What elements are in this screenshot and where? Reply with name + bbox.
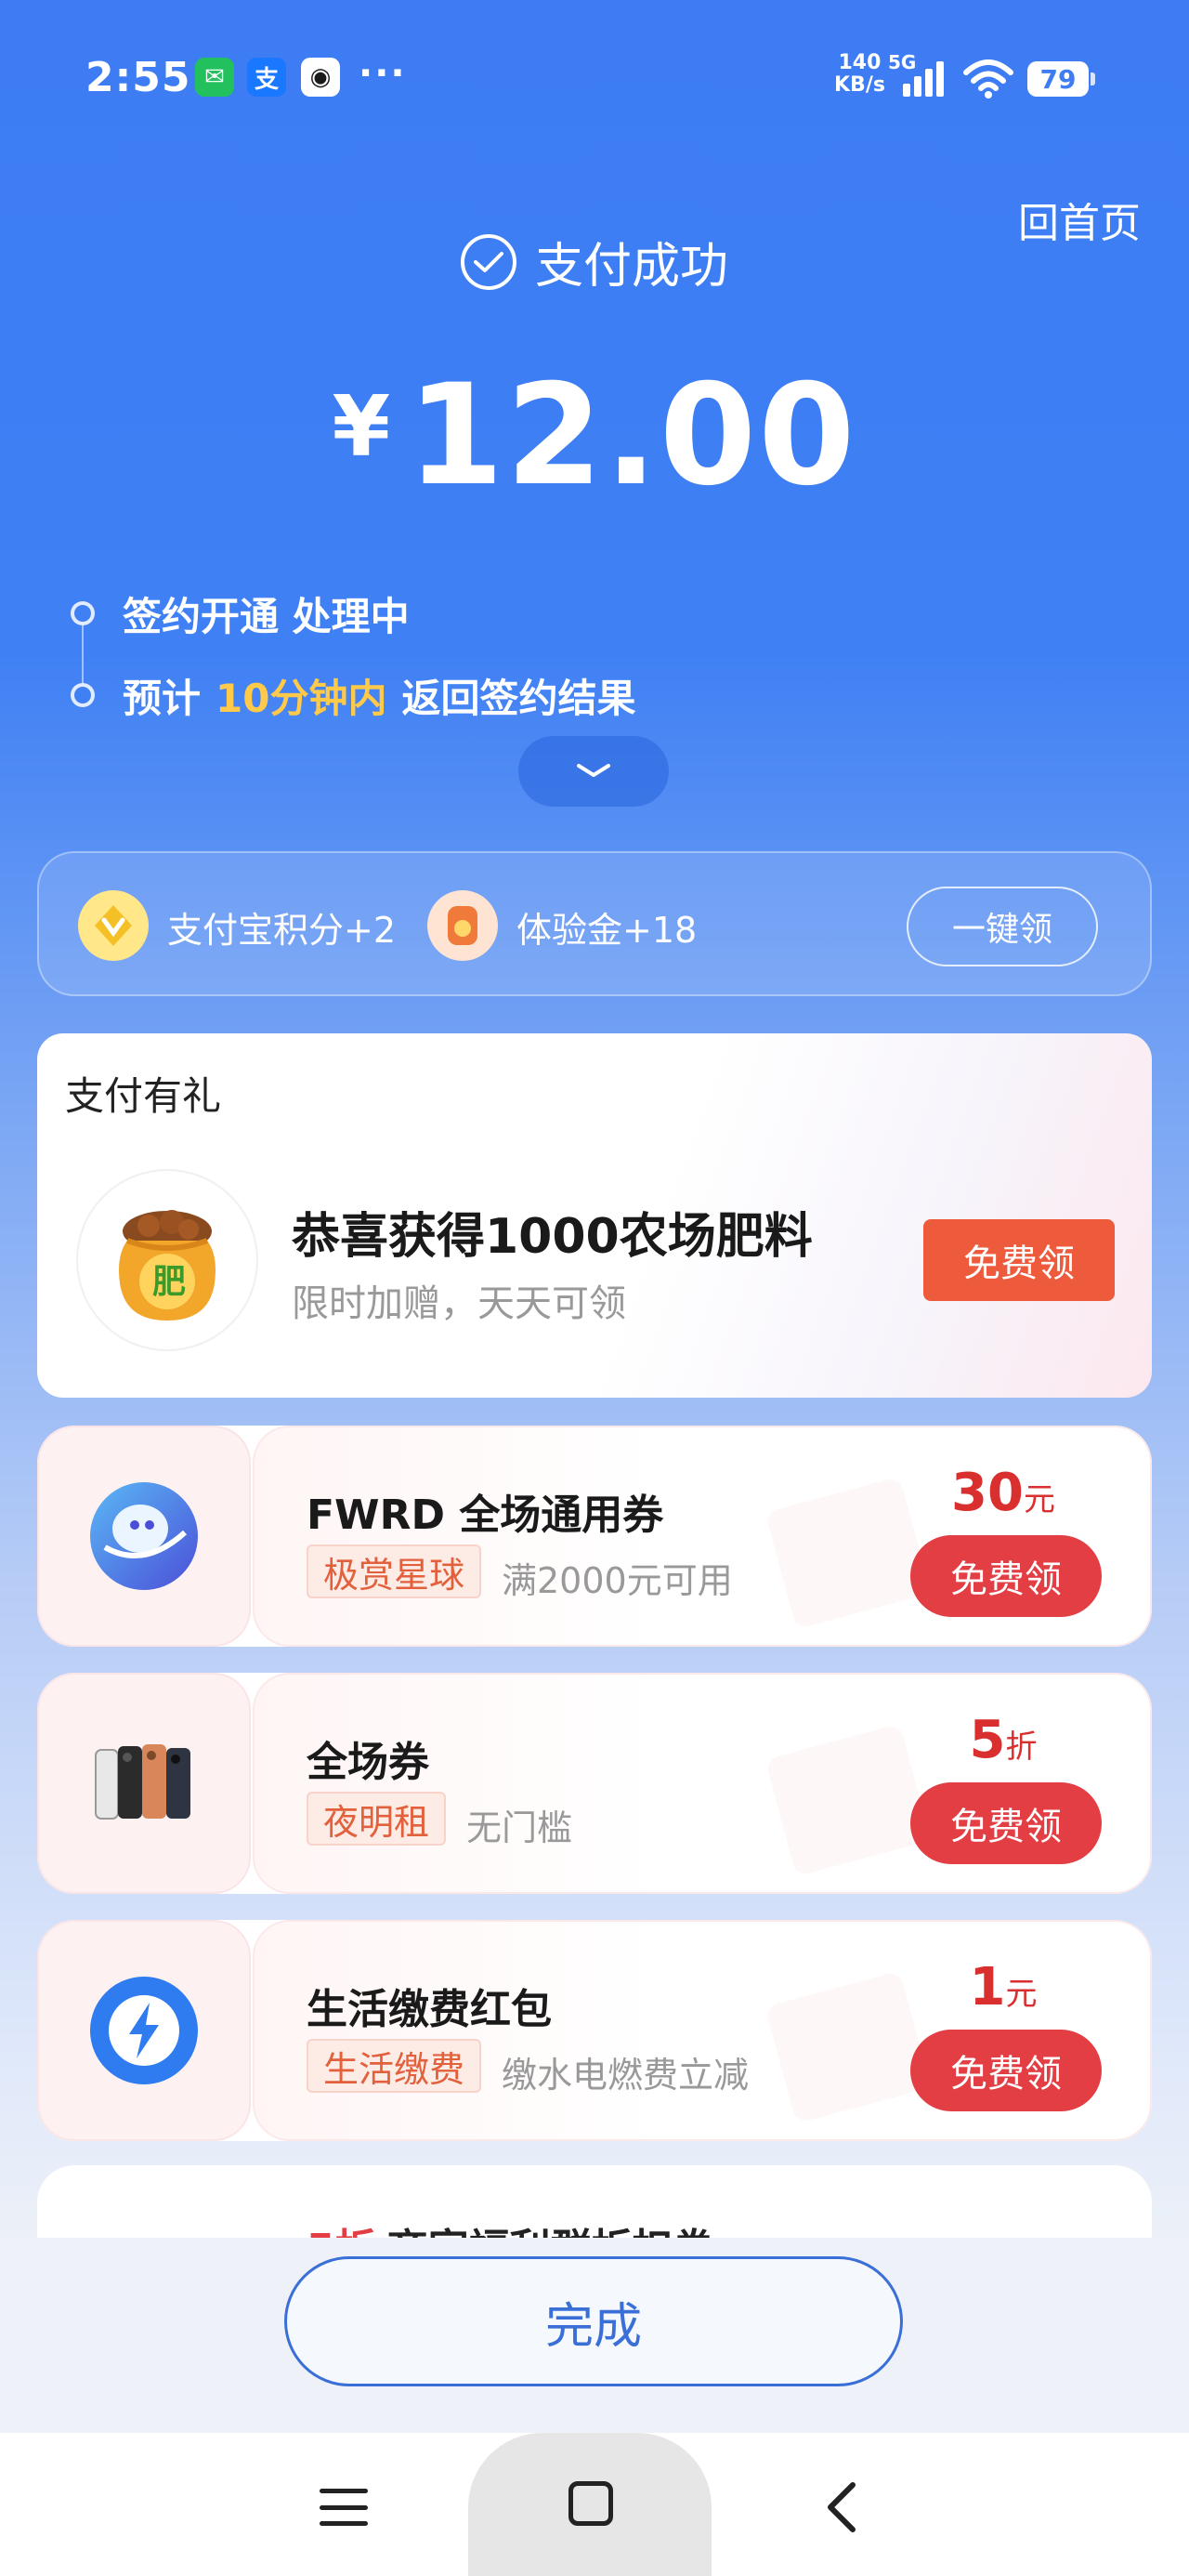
home-icon[interactable] xyxy=(568,2481,613,2526)
app-icon: ◉ xyxy=(301,58,340,97)
coupon-condition: 缴水电燃费立减 xyxy=(502,2055,750,2096)
payment-amount: ¥12.00 xyxy=(0,355,1189,517)
menu-icon[interactable] xyxy=(320,2489,368,2526)
timeline-dot xyxy=(71,683,95,707)
payment-success-text: 支付成功 xyxy=(534,239,728,295)
payment-success-header: 支付成功 xyxy=(0,227,1189,296)
coupon-card[interactable]: FWRD 全场通用券 极赏星球 满2000元可用 30元 免费领 xyxy=(37,1426,1152,1647)
coupon-watermark xyxy=(764,1476,932,1630)
coupon-title: 全场券 xyxy=(307,1739,429,1786)
done-button[interactable]: 完成 xyxy=(284,2256,903,2386)
timeline-item: 预计 10分钟内 返回签约结果 xyxy=(71,667,635,723)
back-icon[interactable] xyxy=(817,2479,864,2535)
coupon-logo-area xyxy=(37,1673,251,1894)
amount-value: 12.00 xyxy=(407,355,857,517)
fertilizer-bag-icon: 肥 xyxy=(76,1169,258,1351)
phones-product-icon xyxy=(95,1744,190,1820)
coupon-claim-button[interactable]: 免费领 xyxy=(910,1782,1102,1864)
timeline-highlight: 10分钟内 xyxy=(216,675,387,721)
system-navigation-bar xyxy=(0,2433,1189,2576)
coupon-logo-area xyxy=(37,1920,251,2141)
coupon-logo-area xyxy=(37,1426,251,1647)
signing-status-timeline: 签约开通 处理中 预计 10分钟内 返回签约结果 xyxy=(71,585,635,749)
status-bar: 2:55 ✉ 支 ◉ ··· 140 KB/s 5G 79 xyxy=(0,0,1189,158)
gift-title: 恭喜获得1000农场肥料 xyxy=(292,1209,813,1265)
trial-gold-reward: 体验金+18 xyxy=(516,910,698,951)
points-reward: 支付宝积分+2 xyxy=(167,910,397,951)
coupon-merchant-tag: 极赏星球 xyxy=(307,1544,482,1598)
wechat-icon: ✉ xyxy=(195,58,234,97)
points-icon xyxy=(78,890,149,961)
coupon-merchant-tag: 生活缴费 xyxy=(307,2039,482,2093)
wifi-icon xyxy=(963,59,1013,99)
coupon-title: FWRD 全场通用券 xyxy=(307,1492,664,1539)
currency-symbol: ¥ xyxy=(332,378,391,476)
coupon-claim-button[interactable]: 免费领 xyxy=(910,2030,1102,2111)
planet-icon xyxy=(90,1482,198,1590)
coupon-title: 生活缴费红包 xyxy=(307,1986,552,2033)
signal-icon xyxy=(903,59,949,97)
timeline-dot xyxy=(71,601,95,625)
trial-gold-icon xyxy=(427,890,498,961)
timeline-item: 签约开通 处理中 xyxy=(71,585,635,641)
alipay-icon: 支 xyxy=(247,58,286,97)
status-time: 2:55 xyxy=(85,54,191,101)
coupon-value: 30元 xyxy=(951,1463,1055,1523)
check-circle-icon xyxy=(460,233,516,290)
coupon-watermark xyxy=(764,1970,932,2124)
coupon-card[interactable]: 生活缴费红包 生活缴费 缴水电燃费立减 1元 免费领 xyxy=(37,1920,1152,2141)
coupon-value: 1元 xyxy=(969,1957,1038,2017)
coupon-merchant-tag: 夜明租 xyxy=(307,1792,447,1846)
payment-gift-card: 支付有礼 肥 恭喜获得1000农场肥料 限时加赠，天天可领 免费领 xyxy=(37,1033,1152,1398)
more-notifications-icon: ··· xyxy=(359,52,407,95)
claim-all-button[interactable]: 一键领 xyxy=(907,887,1098,966)
coupon-claim-button[interactable]: 免费领 xyxy=(910,1535,1102,1617)
chevron-down-icon xyxy=(577,764,610,777)
rewards-bar: 支付宝积分+2 体验金+18 一键领 xyxy=(37,851,1152,996)
expand-button[interactable] xyxy=(518,736,669,807)
coupon-watermark xyxy=(764,1723,932,1877)
gift-claim-button[interactable]: 免费领 xyxy=(923,1219,1115,1301)
lightning-bolt-icon xyxy=(90,1977,198,2084)
coupon-value: 5折 xyxy=(969,1710,1038,1770)
coupon-condition: 满2000元可用 xyxy=(502,1560,733,1601)
battery-indicator: 79 xyxy=(1027,61,1095,97)
gift-subtitle: 限时加赠，天天可领 xyxy=(292,1282,626,1325)
coupon-card[interactable]: 全场券 夜明租 无门槛 5折 免费领 xyxy=(37,1673,1152,1894)
network-speed: 140 KB/s xyxy=(834,51,885,97)
gift-section-title: 支付有礼 xyxy=(65,1073,222,1119)
coupon-condition: 无门槛 xyxy=(466,1807,573,1848)
